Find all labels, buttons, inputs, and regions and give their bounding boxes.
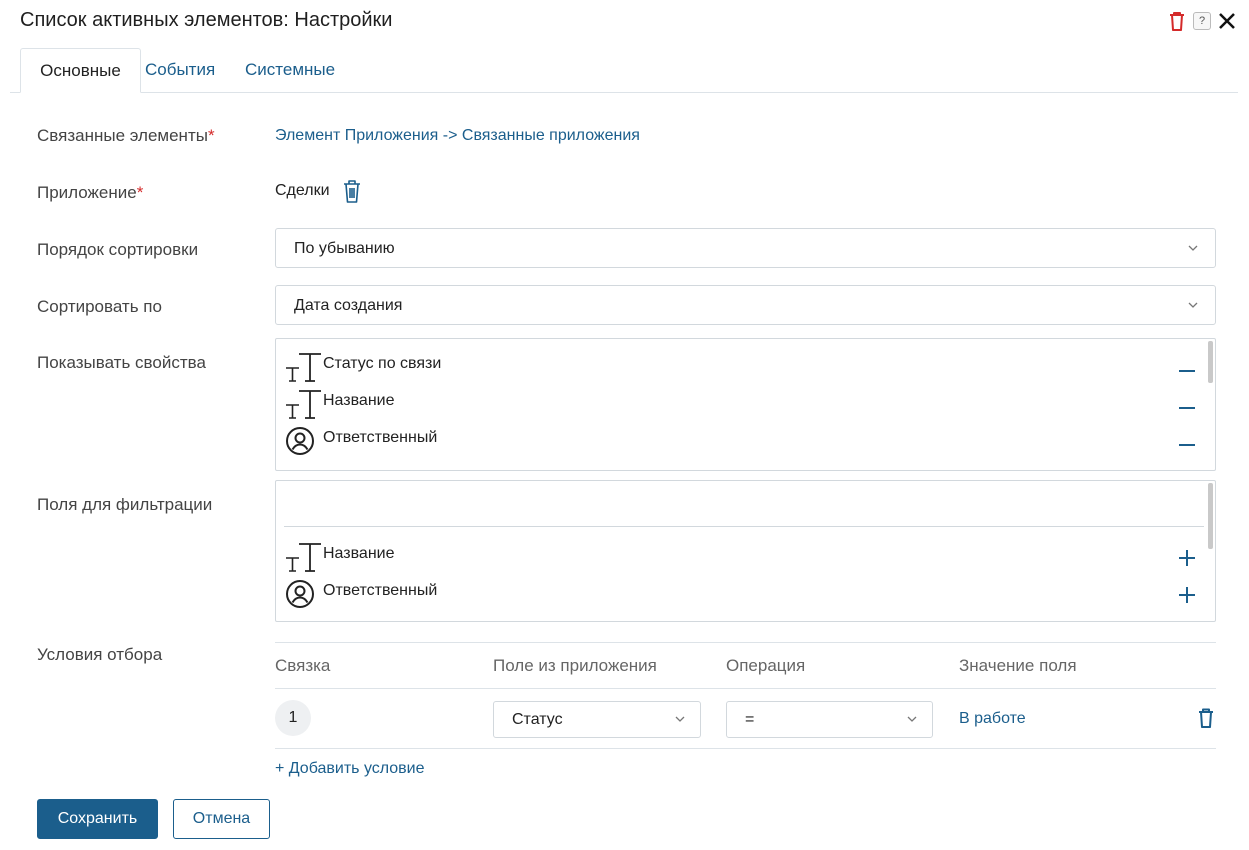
text-type-icon: [284, 388, 324, 425]
list-item-label: Статус по связи: [323, 355, 442, 372]
tab-bar: Основные События Системные: [10, 48, 1238, 93]
sort-order-select[interactable]: По убыванию: [275, 228, 1216, 268]
help-icon[interactable]: ?: [1193, 12, 1211, 30]
filter-fields-search-input[interactable]: [284, 485, 1204, 527]
close-icon[interactable]: [1217, 11, 1237, 31]
required-mark: *: [207, 126, 215, 145]
column-header: Поле из приложения: [493, 656, 657, 675]
plus-icon[interactable]: [1177, 548, 1197, 568]
chevron-down-icon: [906, 710, 918, 733]
show-properties-label: Показывать свойства: [37, 353, 206, 372]
user-icon: [285, 426, 315, 461]
filter-fields-label: Поля для фильтрации: [37, 495, 213, 514]
chevron-down-icon: [674, 710, 686, 733]
condition-value-link[interactable]: В работе: [959, 710, 1026, 728]
plus-icon[interactable]: [1177, 585, 1197, 605]
application-label: Приложение*: [37, 183, 143, 203]
required-mark: *: [136, 183, 144, 202]
scrollbar[interactable]: [1208, 483, 1213, 549]
application-value: Сделки: [275, 182, 330, 199]
condition-index: 1: [275, 700, 311, 736]
save-button[interactable]: Сохранить: [37, 799, 158, 839]
list-item: Статус по связи: [284, 351, 1215, 385]
table-row: 1 Статус = В работе: [275, 689, 1216, 749]
list-item: Название: [284, 541, 1215, 575]
cancel-button[interactable]: Отмена: [173, 799, 270, 839]
linked-elements-link[interactable]: Элемент Приложения -> Связанные приложен…: [275, 127, 640, 145]
sort-order-value: По убыванию: [294, 240, 395, 257]
condition-operation-value: =: [745, 711, 755, 728]
column-header: Значение поля: [959, 656, 1077, 675]
linked-elements-label-text: Связанные элементы: [37, 126, 208, 145]
sort-by-select[interactable]: Дата создания: [275, 285, 1216, 325]
minus-icon[interactable]: [1177, 429, 1197, 449]
header-actions: ?: [1167, 10, 1237, 32]
sort-order-label: Порядок сортировки: [37, 240, 199, 259]
tab-events[interactable]: События: [145, 48, 215, 93]
minus-icon[interactable]: [1177, 355, 1197, 375]
list-item: Название: [284, 388, 1215, 422]
trash-icon[interactable]: [1196, 707, 1216, 734]
tab-main[interactable]: Основные: [20, 48, 141, 93]
list-item-label: Ответственный: [323, 429, 438, 446]
column-header: Операция: [726, 656, 806, 675]
trash-icon[interactable]: [341, 179, 363, 210]
conditions-label: Условия отбора: [37, 645, 163, 664]
condition-field-value: Статус: [512, 711, 563, 728]
condition-operation-select[interactable]: =: [726, 701, 933, 738]
chevron-down-icon: [1187, 239, 1199, 262]
user-icon: [285, 579, 315, 614]
application-label-text: Приложение: [37, 183, 137, 202]
text-type-icon: [284, 351, 324, 388]
chevron-down-icon: [1187, 296, 1199, 319]
show-properties-list: Статус по связи Название Ответственный: [275, 338, 1216, 471]
dialog-title: Список активных элементов: Настройки: [20, 9, 393, 31]
linked-elements-label: Связанные элементы*: [37, 126, 215, 146]
filter-fields-list: Название Ответственный: [275, 480, 1216, 622]
list-item: Ответственный: [284, 425, 1215, 459]
list-item-label: Название: [323, 545, 395, 562]
add-condition-link[interactable]: + Добавить условие: [275, 760, 425, 778]
list-item-label: Ответственный: [323, 582, 438, 599]
conditions-table-header: Связка Поле из приложения Операция Значе…: [275, 642, 1216, 689]
column-header: Связка: [275, 656, 331, 675]
sort-by-label: Сортировать по: [37, 297, 162, 316]
text-type-icon: [284, 541, 324, 578]
sort-by-value: Дата создания: [294, 297, 403, 314]
minus-icon[interactable]: [1177, 392, 1197, 412]
condition-field-select[interactable]: Статус: [493, 701, 701, 738]
trash-icon[interactable]: [1167, 10, 1187, 32]
list-item-label: Название: [323, 392, 395, 409]
tab-system[interactable]: Системные: [245, 48, 335, 93]
list-item: Ответственный: [284, 578, 1215, 612]
